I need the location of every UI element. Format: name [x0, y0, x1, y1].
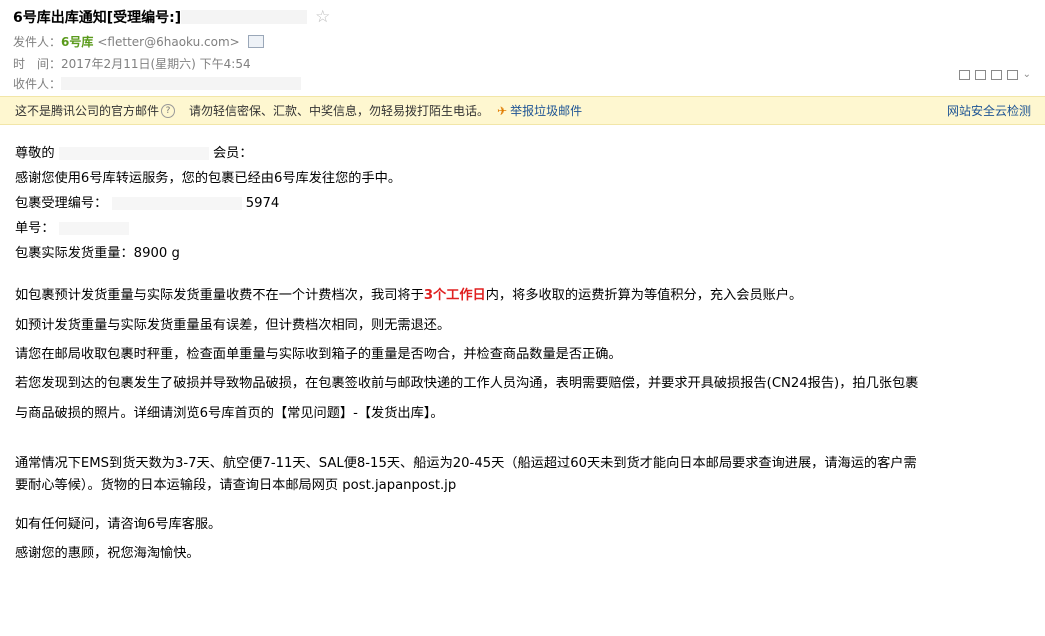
warning-text-2: 请勿轻信密保、汇款、中奖信息，勿轻易拨打陌生电话。 — [189, 104, 490, 118]
weight-line: 包裹实际发货重量：8900 g — [15, 246, 180, 261]
tracking-label: 单号： — [15, 221, 55, 236]
mail-header: 6号库出库通知[受理编号:] ☆ 发件人： 6号库 <fletter@6haok… — [0, 0, 1045, 96]
pkg-no-label: 包裹受理编号： — [15, 196, 108, 211]
tracking-line: 单号： — [15, 219, 129, 239]
paragraph-7: 感谢您的惠顾，祝您海淘愉快。 — [15, 546, 200, 561]
paragraph-2: 如预计发货重量与实际发货重量虽有误差，但计费档次相同，则无需退还。 — [15, 318, 451, 333]
greeting-line: 尊敬的 会员： — [15, 144, 253, 164]
paragraph-4-line-2: 与商品破损的照片。详细请浏览6号库首页的【常见问题】-【发货出库】。 — [15, 406, 444, 421]
print-icon[interactable] — [1006, 70, 1018, 80]
help-icon[interactable]: ? — [161, 103, 176, 118]
security-warning-bar: 这不是腾讯公司的官方邮件 ? 请勿轻信密保、汇款、中奖信息，勿轻易拨打陌生电话。… — [0, 96, 1045, 125]
paragraph-4-line-1: 若您发现到达的包裹发生了破损并导致物品破损，在包裹签收前与邮政快递的工作人员沟通… — [15, 376, 919, 391]
paragraph-5-line-2: 要耐心等候）。货物的日本运输段，请查询日本邮局网页 post.japanpost… — [15, 478, 457, 493]
chevron-down-icon[interactable]: ⌄ — [1023, 70, 1031, 80]
to-row: 收件人： — [13, 75, 302, 92]
p1-text-a: 如包裹预计发货重量与实际发货重量收费不在一个计费档次，我司将于 — [15, 288, 424, 303]
paragraph-6: 如有任何疑问，请咨询6号库客服。 — [15, 517, 222, 532]
save-icon[interactable] — [990, 70, 1002, 80]
redacted-pkg-no — [111, 196, 242, 210]
paragraph-5-line-1: 通常情况下EMS到货天数为3-7天、航空便7-11天、SAL便8-15天、船运为… — [15, 456, 917, 471]
pkg-no-line: 包裹受理编号： 5974 — [15, 194, 279, 214]
paragraph-3: 请您在邮局收取包裹时秤重，检查面单重量与实际收到箱子的重量是否吻合，并检查商品数… — [15, 347, 622, 362]
to-label: 收件人： — [13, 77, 62, 91]
fullscreen-icon[interactable] — [974, 70, 986, 80]
time-label: 时 间： — [13, 57, 62, 71]
p1-highlight: 3个工作日 — [423, 288, 486, 303]
redacted-field — [181, 10, 308, 24]
from-label: 发件人： — [13, 35, 62, 49]
thanks-line: 感谢您使用6号库转运服务，您的包裹已经由6号库发往您的手中。 — [15, 171, 402, 186]
redacted-recipient — [61, 77, 302, 90]
star-icon[interactable]: ☆ — [315, 9, 330, 26]
pkg-no-suffix: 5974 — [245, 196, 280, 211]
paragraph-1: 如包裹预计发货重量与实际发货重量收费不在一个计费档次，我司将于3个工作日内，将多… — [15, 286, 802, 306]
greeting-prefix: 尊敬的 — [15, 146, 55, 161]
mail-subject: 6号库出库通知[受理编号:] ☆ — [13, 7, 330, 27]
report-spam-link[interactable]: ✈ 举报垃圾邮件 — [497, 102, 582, 119]
time-row: 时 间： 2017年2月11日(星期六) 下午4:54 — [13, 55, 251, 72]
safety-check-link[interactable]: 网站安全云检测 — [947, 102, 1031, 119]
subject-text: 6号库出库通知[受理编号:] — [13, 10, 182, 26]
mail-toolbar: ⌄ — [958, 70, 1031, 80]
sender-name[interactable]: 6号库 — [61, 33, 93, 50]
report-icon: ✈ — [497, 103, 508, 118]
from-row: 发件人： 6号库 <fletter@6haoku.com> — [13, 33, 264, 50]
p1-text-b: 内，将多收取的运费折算为等值积分，充入会员账户。 — [485, 288, 803, 303]
new-window-icon[interactable] — [958, 70, 970, 80]
sender-email: <fletter@6haoku.com> — [97, 34, 240, 49]
redacted-tracking — [58, 221, 129, 235]
report-spam-label: 举报垃圾邮件 — [510, 104, 583, 118]
redacted-member-name — [58, 146, 209, 160]
contact-card-icon[interactable] — [247, 35, 264, 48]
warning-text: 这不是腾讯公司的官方邮件 — [15, 104, 160, 118]
greeting-suffix: 会员： — [212, 146, 253, 161]
time-value: 2017年2月11日(星期六) 下午4:54 — [61, 57, 251, 71]
